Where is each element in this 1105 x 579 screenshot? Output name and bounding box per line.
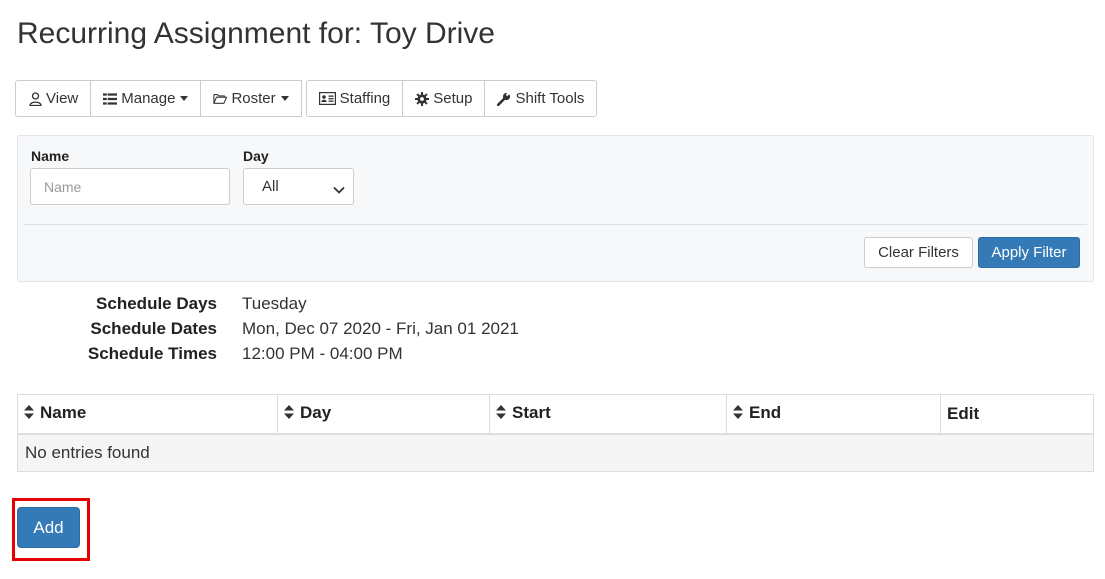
filter-panel: Name Day All Clear Filters Apply Filter	[17, 135, 1094, 282]
staffing-button[interactable]: Staffing	[305, 80, 404, 117]
schedule-dates-value: Mon, Dec 07 2020 - Fri, Jan 01 2021	[242, 319, 519, 338]
page-title: Recurring Assignment for: Toy Drive	[17, 17, 495, 50]
view-label: View	[46, 90, 79, 107]
schedule-days-label: Schedule Days	[96, 294, 217, 313]
chevron-down-icon	[333, 181, 345, 198]
wrench-icon	[497, 91, 511, 106]
user-icon	[28, 91, 42, 106]
shift-tools-button[interactable]: Shift Tools	[484, 80, 598, 117]
name-filter-input[interactable]	[30, 168, 230, 205]
name-filter-label: Name	[31, 148, 70, 164]
view-button[interactable]: View	[15, 80, 92, 117]
roster-dropdown[interactable]: Roster	[200, 80, 302, 117]
roster-label: Roster	[231, 90, 276, 107]
table-header-row: Name Day Start End Edit	[17, 394, 1094, 435]
clear-filters-button[interactable]: Clear Filters	[864, 237, 973, 268]
schedule-days-value: Tuesday	[242, 294, 307, 313]
schedule-times-value: 12:00 PM - 04:00 PM	[242, 344, 403, 363]
column-header-edit: Edit	[940, 394, 1094, 435]
setup-label: Setup	[433, 90, 473, 107]
schedule-times-row: Schedule Times 12:00 PM - 04:00 PM	[0, 344, 700, 369]
shift-tools-label: Shift Tools	[515, 90, 585, 107]
manage-label: Manage	[121, 90, 176, 107]
column-header-start[interactable]: Start	[489, 394, 727, 435]
list-icon	[103, 92, 118, 106]
column-header-label: End	[749, 403, 782, 423]
setup-button[interactable]: Setup	[402, 80, 486, 117]
gear-icon	[415, 91, 430, 106]
column-header-label: Start	[512, 403, 551, 423]
sort-icon	[496, 404, 506, 424]
schedule-times-label: Schedule Times	[87, 344, 217, 363]
staffing-label: Staffing	[339, 90, 391, 107]
column-header-end[interactable]: End	[726, 394, 941, 435]
manage-dropdown[interactable]: Manage	[90, 80, 202, 117]
day-filter-select[interactable]: All	[243, 168, 354, 205]
column-header-label: Day	[300, 403, 332, 423]
schedule-dates-label: Schedule Dates	[90, 319, 217, 338]
caret-down-icon	[280, 96, 289, 101]
day-filter-label: Day	[243, 148, 269, 164]
schedule-days-row: Schedule Days Tuesday	[0, 294, 700, 319]
column-header-name[interactable]: Name	[17, 394, 278, 435]
toolbar: View Manage Roster Staffing Setup Shift …	[15, 80, 598, 117]
day-filter-value: All	[262, 178, 279, 195]
table-row: No entries found	[17, 433, 1094, 472]
schedule-dates-row: Schedule Dates Mon, Dec 07 2020 - Fri, J…	[0, 319, 700, 344]
assignments-table: Name Day Start End Edit No entries found	[17, 394, 1094, 472]
sort-icon	[284, 404, 294, 424]
folder-open-icon	[213, 92, 228, 106]
add-button[interactable]: Add	[17, 507, 80, 548]
caret-down-icon	[180, 96, 189, 101]
column-header-label: Edit	[947, 403, 980, 423]
sort-icon	[733, 404, 743, 424]
apply-filter-button[interactable]: Apply Filter	[978, 237, 1080, 268]
column-header-day[interactable]: Day	[277, 394, 490, 435]
sort-icon	[24, 404, 34, 424]
filter-divider	[24, 224, 1087, 225]
column-header-label: Name	[40, 403, 87, 423]
id-card-icon	[318, 92, 336, 106]
empty-message: No entries found	[17, 433, 1094, 472]
